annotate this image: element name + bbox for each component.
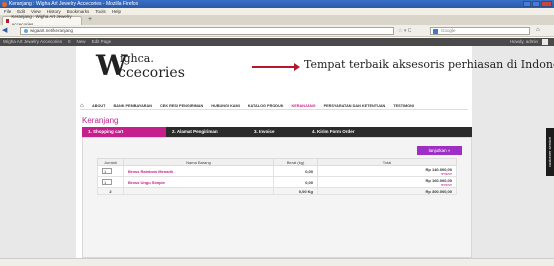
step-kirim-form[interactable]: 4. Kirim Form Order: [306, 127, 355, 137]
search-input[interactable]: Google: [430, 27, 530, 35]
site-tagline: Tempat terbaik aksesoris perhiasan di In…: [304, 58, 554, 71]
main-navigation: ⌂ ABOUT BANK PEMBAYARAN CEK RESI PENGIRI…: [80, 102, 468, 110]
nav-cek-resi[interactable]: CEK RESI PENGIRIMAN: [156, 104, 207, 108]
remove-link[interactable]: remove: [318, 172, 452, 176]
table-row: 1 Bross Rainbow Menarik 0,00 Rp 140.000,…: [97, 165, 457, 177]
product-weight: 0,00: [273, 165, 318, 177]
col-jumlah: Jumlah: [97, 158, 124, 166]
admin-comments[interactable]: 0: [68, 38, 71, 46]
close-button[interactable]: [541, 1, 552, 7]
continue-button[interactable]: lanjutkan »: [417, 146, 462, 155]
page-area: W ighca. ccecories Tempat terbaik akseso…: [0, 46, 554, 258]
back-arrow-icon[interactable]: ◀: [2, 27, 10, 35]
page-title: Keranjang: [82, 116, 119, 125]
reload-icon[interactable]: ☆ ▾ C: [398, 28, 411, 34]
nav-keranjang[interactable]: KERANJANG: [288, 104, 320, 108]
maximize-button[interactable]: [532, 1, 540, 7]
firefox-icon: [2, 1, 7, 7]
table-row: 1 Bross Ungu Simple 0,00 Rp 160.000,00 re…: [97, 176, 457, 188]
minimize-button[interactable]: [523, 1, 531, 7]
globe-icon: [24, 28, 28, 33]
site-favicon-icon: [6, 19, 10, 23]
remove-link[interactable]: remove: [318, 183, 452, 187]
nav-about[interactable]: ABOUT: [88, 104, 110, 108]
nav-katalog[interactable]: KATALOG PRODUK: [244, 104, 288, 108]
checkout-steps: 1. Shopping cart 2. Alamat Pengiriman 3.…: [82, 127, 472, 137]
quantity-input[interactable]: 1: [102, 168, 112, 174]
nav-testimoni[interactable]: TESTIMONI: [389, 104, 418, 108]
new-tab-button[interactable]: +: [86, 16, 94, 24]
cart-summary-row: 2 0,00 Kg Rp 300.000,00: [97, 187, 457, 195]
window-titlebar: Keranjang : Wigha Art Jewelry Accecories…: [0, 0, 554, 8]
admin-edit-page[interactable]: Edit Page: [92, 38, 112, 46]
logo-bottom[interactable]: ccecories: [118, 65, 185, 81]
cart-panel: lanjutkan » Jumlah Nama Barang Berat (kg…: [82, 137, 472, 258]
admin-site-link[interactable]: Wigha Art Jewelry Accecories: [3, 38, 62, 46]
address-bar[interactable]: wigaart.net/keranjang: [20, 27, 394, 35]
menu-help[interactable]: Help: [112, 8, 121, 15]
product-total: Rp 140.000,00: [425, 166, 452, 172]
summary-weight: 0,00 Kg: [273, 187, 318, 195]
menu-tools[interactable]: Tools: [95, 8, 106, 15]
navigation-bar: ◀ wigaart.net/keranjang ☆ ▾ C Google ⌂: [0, 25, 554, 37]
product-name[interactable]: Bross Rainbow Menarik: [123, 165, 274, 177]
admin-account: Howdy, admin: [510, 38, 548, 46]
status-bar: [0, 258, 554, 266]
product-total: Rp 160.000,00: [425, 177, 452, 183]
summary-total: Rp 300.000,00: [317, 187, 457, 195]
product-name[interactable]: Bross Ungu Simple: [123, 176, 274, 188]
summary-qty: 2: [97, 187, 124, 195]
admin-new[interactable]: New: [77, 38, 86, 46]
menu-file[interactable]: File: [4, 8, 11, 15]
admin-greeting[interactable]: Howdy, admin: [510, 38, 538, 46]
avatar[interactable]: [542, 39, 548, 45]
home-icon[interactable]: ⌂: [536, 27, 540, 33]
nav-bank[interactable]: BANK PEMBAYARAN: [110, 104, 157, 108]
step-invoice[interactable]: 3. Invoice: [248, 127, 306, 137]
google-icon: [433, 29, 438, 34]
product-weight: 0,00: [273, 176, 318, 188]
col-berat: Berat (kg): [273, 158, 318, 166]
window-controls: [523, 1, 552, 7]
window-title: Keranjang : Wigha Art Jewelry Accecories…: [9, 1, 139, 7]
menu-bar: File Edit View History Bookmarks Tools H…: [0, 8, 554, 15]
search-placeholder: Google: [441, 28, 456, 33]
col-nama-barang: Nama Barang: [123, 158, 274, 166]
quantity-input[interactable]: 1: [102, 179, 112, 185]
url-text: wigaart.net/keranjang: [30, 28, 74, 33]
browser-tab[interactable]: Keranjang : Wigha Art Jewelry Accecories: [2, 14, 82, 27]
table-header-row: Jumlah Nama Barang Berat (kg) Total: [97, 158, 457, 166]
cart-table: Jumlah Nama Barang Berat (kg) Total 1 Br…: [97, 158, 457, 195]
logo-top[interactable]: ighca.: [120, 52, 154, 65]
nav-hubungi[interactable]: HUBUNGI KAMI: [207, 104, 243, 108]
arrow-icon: [252, 63, 300, 71]
nav-persyaratan[interactable]: PERSYARATAN DAN KETENTUAN: [320, 104, 390, 108]
home-icon[interactable]: ⌂: [80, 103, 88, 109]
col-total: Total: [317, 158, 457, 166]
customer-service-tab[interactable]: customer service: [546, 128, 554, 176]
admin-bar: Wigha Art Jewelry Accecories 0 New Edit …: [0, 38, 554, 46]
tab-bar: Keranjang : Wigha Art Jewelry Accecories…: [0, 14, 554, 27]
step-shopping-cart[interactable]: 1. Shopping cart: [82, 127, 166, 137]
step-alamat[interactable]: 2. Alamat Pengiriman: [166, 127, 248, 137]
